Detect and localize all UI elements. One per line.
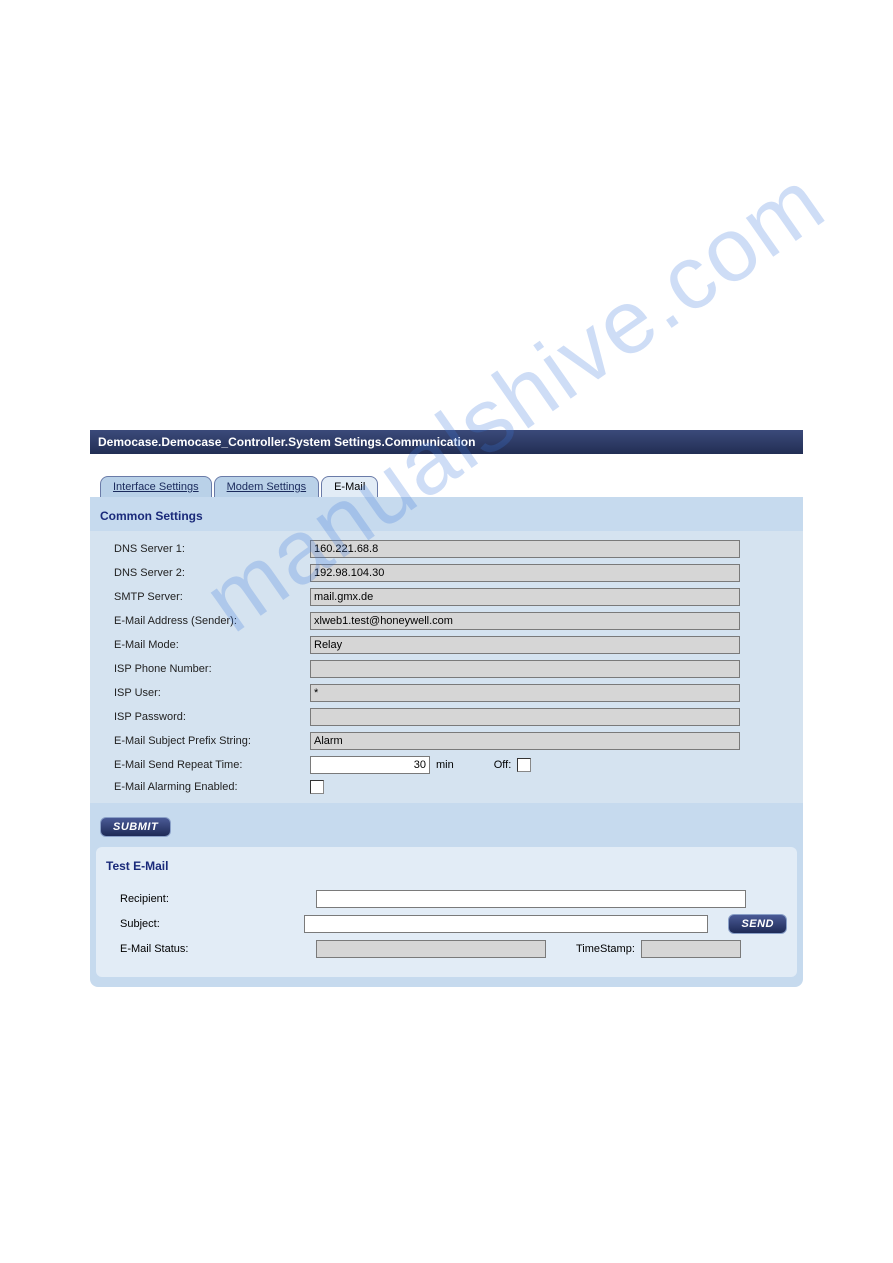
- label-isp-user: ISP User:: [100, 687, 310, 699]
- row-dns2: DNS Server 2:: [90, 561, 803, 585]
- row-recipient: Recipient:: [106, 887, 787, 911]
- label-isp-password: ISP Password:: [100, 711, 310, 723]
- input-email-mode[interactable]: [310, 636, 740, 654]
- breadcrumb-title-bar: Democase.Democase_Controller.System Sett…: [90, 430, 803, 454]
- top-spacer: [0, 0, 893, 430]
- common-settings-header: Common Settings: [90, 497, 803, 531]
- label-dns2: DNS Server 2:: [100, 567, 310, 579]
- checkbox-alarming-enabled[interactable]: [310, 780, 324, 794]
- label-alarming-enabled: E-Mail Alarming Enabled:: [100, 781, 310, 793]
- output-timestamp: [641, 940, 741, 958]
- send-button[interactable]: SEND: [728, 914, 787, 934]
- input-smtp[interactable]: [310, 588, 740, 606]
- input-subject-prefix[interactable]: [310, 732, 740, 750]
- label-dns1: DNS Server 1:: [100, 543, 310, 555]
- input-dns2[interactable]: [310, 564, 740, 582]
- input-isp-password[interactable]: [310, 708, 740, 726]
- input-subject[interactable]: [304, 915, 708, 933]
- row-email-status: E-Mail Status: TimeStamp:: [106, 937, 787, 961]
- common-settings-form: DNS Server 1: DNS Server 2: SMTP Server:…: [90, 531, 803, 803]
- row-sender: E-Mail Address (Sender):: [90, 609, 803, 633]
- label-email-status: E-Mail Status:: [106, 943, 316, 955]
- checkbox-off[interactable]: [517, 758, 531, 772]
- row-repeat-time: E-Mail Send Repeat Time: min Off:: [90, 753, 803, 777]
- unit-repeat-time: min: [436, 759, 454, 771]
- label-off: Off:: [494, 759, 512, 771]
- submit-button[interactable]: SUBMIT: [100, 817, 171, 837]
- row-email-mode: E-Mail Mode:: [90, 633, 803, 657]
- label-smtp: SMTP Server:: [100, 591, 310, 603]
- label-repeat-time: E-Mail Send Repeat Time:: [100, 759, 310, 771]
- row-isp-user: ISP User:: [90, 681, 803, 705]
- label-sender: E-Mail Address (Sender):: [100, 615, 310, 627]
- row-smtp: SMTP Server:: [90, 585, 803, 609]
- label-email-mode: E-Mail Mode:: [100, 639, 310, 651]
- row-alarming-enabled: E-Mail Alarming Enabled:: [90, 777, 803, 797]
- input-sender[interactable]: [310, 612, 740, 630]
- submit-bar: SUBMIT: [90, 803, 803, 847]
- email-settings-panel: Common Settings DNS Server 1: DNS Server…: [90, 497, 803, 987]
- label-subject: Subject:: [106, 918, 304, 930]
- input-dns1[interactable]: [310, 540, 740, 558]
- row-subject: Subject: SEND: [106, 911, 787, 937]
- input-repeat-time[interactable]: [310, 756, 430, 774]
- input-isp-phone[interactable]: [310, 660, 740, 678]
- tab-interface-settings[interactable]: Interface Settings: [100, 476, 212, 497]
- output-email-status: [316, 940, 546, 958]
- label-subject-prefix: E-Mail Subject Prefix String:: [100, 735, 310, 747]
- label-isp-phone: ISP Phone Number:: [100, 663, 310, 675]
- row-subject-prefix: E-Mail Subject Prefix String:: [90, 729, 803, 753]
- tab-modem-settings[interactable]: Modem Settings: [214, 476, 319, 497]
- input-recipient[interactable]: [316, 890, 746, 908]
- input-isp-user[interactable]: [310, 684, 740, 702]
- label-recipient: Recipient:: [106, 893, 316, 905]
- row-isp-password: ISP Password:: [90, 705, 803, 729]
- label-timestamp: TimeStamp:: [576, 943, 635, 955]
- test-email-header: Test E-Mail: [96, 847, 797, 881]
- tab-bar: Interface Settings Modem Settings E-Mail: [90, 476, 803, 497]
- row-dns1: DNS Server 1:: [90, 537, 803, 561]
- tab-email[interactable]: E-Mail: [321, 476, 378, 497]
- row-isp-phone: ISP Phone Number:: [90, 657, 803, 681]
- test-email-section: Test E-Mail Recipient: Subject: SEND E-M…: [96, 847, 797, 977]
